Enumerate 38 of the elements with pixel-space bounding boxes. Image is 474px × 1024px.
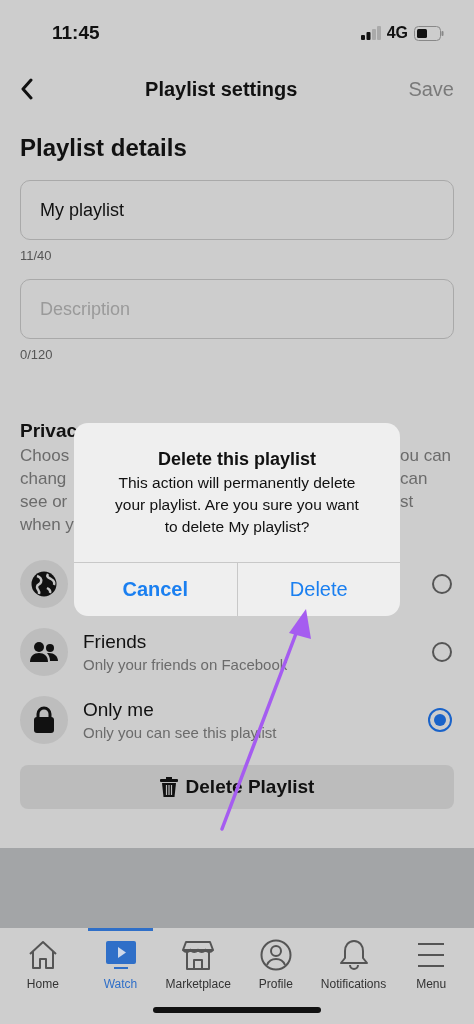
character-counter: 11/40: [20, 248, 53, 263]
people-icon: [29, 640, 59, 664]
store-icon: [182, 939, 215, 971]
description-fragment: chang: [20, 468, 67, 490]
screen-title: Playlist settings: [144, 77, 299, 101]
option-label: Only me: [83, 699, 155, 721]
status-time: 11:45: [52, 21, 101, 44]
option-label: Friends: [83, 631, 148, 653]
tab[interactable]: Home: [4, 928, 82, 1024]
lock-icon: [33, 706, 55, 734]
description-fragment: see or: [20, 491, 68, 513]
dialog-title: Delete this playlist: [156, 449, 318, 470]
tab[interactable]: Marketplace: [159, 928, 237, 1024]
trash-icon: [159, 777, 178, 797]
video-icon: [104, 939, 137, 971]
tab[interactable]: Notifications: [314, 928, 393, 1024]
privacy-title: Privac: [20, 420, 79, 442]
description-fragment: Choos: [20, 445, 70, 467]
description-fragment: ou can: [400, 445, 452, 467]
globe-icon: [30, 570, 58, 598]
description-fragment: st: [400, 491, 414, 513]
network-label: 4G: [386, 24, 408, 42]
tab[interactable]: Profile: [237, 928, 315, 1024]
section-title: Playlist details: [20, 134, 188, 162]
dialog-message: This action will permanently delete your playlist. Are you sure you want to delete My playlist?: [114, 473, 360, 537]
radio-button[interactable]: [428, 708, 452, 732]
text-field[interactable]: My playlist: [20, 180, 454, 240]
bell-icon: [338, 939, 369, 971]
radio-button[interactable]: [432, 574, 452, 594]
tab[interactable]: Menu: [392, 928, 471, 1024]
description-fragment: when y: [20, 514, 74, 536]
profile-icon: [259, 939, 292, 971]
character-counter: 0/120: [20, 347, 54, 362]
battery-icon: [414, 25, 444, 41]
back-icon[interactable]: [20, 78, 34, 100]
radio-button[interactable]: [432, 642, 452, 662]
signal-icon: [360, 26, 381, 40]
description-fragment: can: [400, 468, 428, 490]
